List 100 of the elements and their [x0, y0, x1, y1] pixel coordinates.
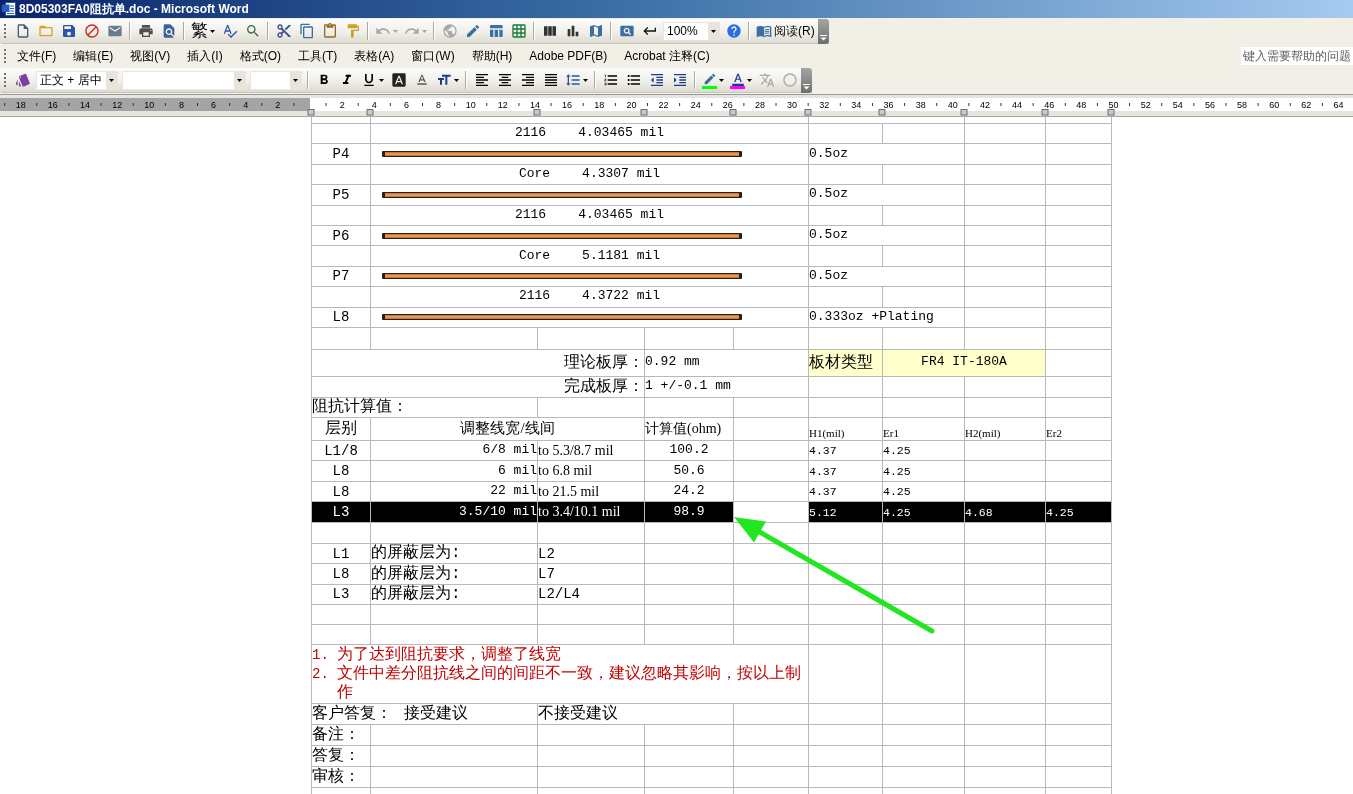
thickness-value: 4.03465 mil	[578, 126, 664, 142]
toolbar-options-button[interactable]	[801, 67, 812, 93]
menu-item[interactable]: 插入(I)	[181, 46, 229, 66]
thickness-value: 4.03465 mil	[578, 207, 664, 223]
menu-item[interactable]: Acrobat 注释(C)	[618, 46, 716, 66]
help-question-field[interactable]: 键入需要帮助的问题	[1241, 47, 1353, 65]
column-marker[interactable]	[878, 109, 886, 116]
grip-icon[interactable]	[3, 71, 7, 89]
table-cell: P5	[312, 185, 371, 206]
ruler-number: 54	[1172, 100, 1183, 110]
column-header: 计算值(ohm)	[645, 417, 734, 441]
ruler-number: 46	[1044, 100, 1055, 110]
numbered-list-icon	[602, 72, 619, 88]
table-cell: L8	[312, 307, 371, 328]
ruler-number: 34	[851, 100, 862, 110]
table-cell: L3	[312, 502, 371, 523]
column-marker[interactable]	[1107, 109, 1115, 116]
table-cell	[1046, 564, 1112, 585]
align-right-icon	[519, 72, 536, 88]
column-marker[interactable]	[533, 109, 541, 116]
reject-option: 不接受建议	[538, 703, 734, 725]
align-center-icon	[496, 72, 513, 88]
chinese-convert-button[interactable]: 繁	[188, 20, 218, 42]
material-name: Core	[518, 248, 551, 264]
column-header: Er2	[1046, 417, 1112, 441]
table-cell: L2	[538, 543, 645, 565]
menu-item[interactable]: Adobe PDF(B)	[523, 46, 614, 66]
ruler-number: 16	[47, 100, 58, 110]
table-cell: 0.5oz	[809, 225, 965, 247]
style-combo[interactable]: 正文 + 居中	[36, 70, 118, 90]
table-cell: 4.68	[965, 502, 1046, 523]
ruler-number: 6	[211, 100, 217, 110]
column-marker[interactable]	[640, 109, 648, 116]
column-marker[interactable]	[366, 109, 374, 116]
styles-icon	[14, 72, 31, 88]
grip-icon[interactable]	[3, 22, 7, 40]
menu-item[interactable]: 编辑(E)	[67, 46, 120, 66]
help-icon	[725, 23, 742, 39]
table-row[interactable]: L3 3.5/10 milto 3.4/10.1 mil 98.9 5.12 4.25 4.68 4.25	[312, 502, 1111, 523]
table-cell: 4.25	[1046, 502, 1112, 523]
table-row[interactable]: L8 6 milto 6.8 mil 50.6 4.37 4.25	[312, 461, 1111, 482]
thickness-value: 5.1181 mil	[582, 248, 661, 264]
ruler-number: 38	[915, 100, 926, 110]
clipboard-icon	[321, 23, 338, 39]
menu-item[interactable]: 窗口(W)	[405, 46, 461, 66]
read-button[interactable]: 阅读(R)	[753, 20, 818, 42]
table-row[interactable]: L8 22 milto 21.5 mil 24.2 4.37 4.25	[312, 481, 1111, 503]
window-title: 8D05303FA0阻抗单.doc - Microsoft Word	[19, 1, 249, 18]
column-marker[interactable]	[1041, 109, 1049, 116]
zoom-combo[interactable]: 100%	[663, 21, 720, 41]
table-cell: 的屏蔽层为:	[371, 584, 538, 605]
table-cell: 理论板厚：	[312, 349, 645, 377]
column-marker[interactable]	[307, 109, 315, 116]
table-cell	[1046, 745, 1112, 767]
map-icon	[587, 23, 604, 39]
copy-icon	[298, 23, 315, 39]
text-size-icon	[436, 72, 452, 88]
ruler-number: 48	[1076, 100, 1087, 110]
table-cell: 4.25	[883, 461, 965, 482]
table-cell	[1046, 543, 1112, 565]
ruler-number: 36	[883, 100, 894, 110]
menu-item[interactable]: 格式(O)	[233, 46, 287, 66]
menu-item[interactable]: 视图(V)	[124, 46, 177, 66]
table-cell: to 6.8 mil	[538, 461, 645, 482]
table-cell	[1046, 307, 1112, 328]
ruler-number: 10	[465, 100, 476, 110]
ruler-number: 40	[947, 100, 958, 110]
column-marker[interactable]	[804, 109, 812, 116]
table-row[interactable]: L1/8 6/8 milto 5.3/8.7 mil 100.2 4.37 4.25	[312, 440, 1111, 462]
menu-item[interactable]: 文件(F)	[11, 46, 63, 66]
menu-item[interactable]: 帮助(H)	[465, 46, 519, 66]
table-cell	[1046, 327, 1112, 350]
table-cell: 5.12	[809, 502, 883, 523]
material-name: 2116	[514, 207, 547, 223]
ruler-number: 14	[529, 100, 540, 110]
material-name: 2116	[514, 126, 547, 142]
justify-icon	[542, 72, 559, 88]
menu-item[interactable]: 表格(A)	[348, 46, 401, 66]
menu-item[interactable]: 工具(T)	[292, 46, 344, 66]
table-cell	[1046, 703, 1112, 725]
table-cell	[1046, 522, 1112, 544]
increase-indent-icon	[671, 72, 688, 88]
ruler-number: 30	[787, 100, 798, 110]
grip-icon[interactable]	[3, 47, 7, 65]
table-icon	[487, 23, 504, 39]
material-name: Core	[518, 167, 551, 182]
no-entry-icon	[83, 23, 100, 39]
toolbar-options-button[interactable]	[817, 18, 829, 44]
table-cell	[1046, 164, 1112, 186]
table-cell: 0.5oz	[809, 144, 965, 165]
table-cell: 备注：	[312, 724, 371, 746]
column-marker[interactable]	[729, 109, 737, 116]
column-marker[interactable]	[960, 109, 968, 116]
ruler-number: 56	[1204, 100, 1215, 110]
pencil-icon	[702, 71, 717, 86]
page-magnifier-icon	[618, 23, 635, 39]
table-cell	[1046, 144, 1112, 165]
table-cell	[1046, 266, 1112, 288]
table-cell: 6 mil	[371, 461, 538, 482]
translate-icon	[758, 72, 775, 88]
